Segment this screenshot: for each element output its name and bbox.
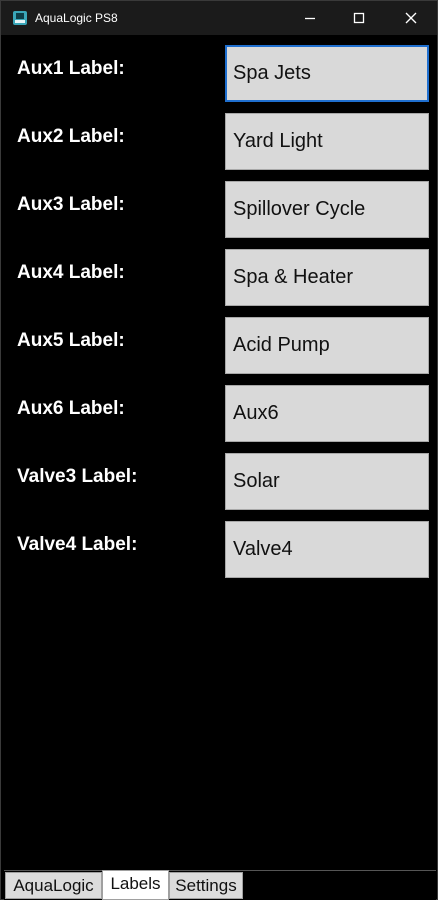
tab-labels[interactable]: Labels — [102, 870, 169, 900]
tab-settings[interactable]: Settings — [169, 872, 243, 899]
aux4-row: Aux4 Label: — [4, 241, 434, 306]
tab-strip: AquaLogic Labels Settings — [4, 870, 436, 900]
aux6-input[interactable] — [225, 385, 429, 442]
valve4-input[interactable] — [225, 521, 429, 578]
aux2-row: Aux2 Label: — [4, 105, 434, 170]
aux1-input[interactable] — [225, 45, 429, 102]
aux3-input[interactable] — [225, 181, 429, 238]
valve4-label: Valve4 Label: — [17, 534, 138, 555]
aux3-label: Aux3 Label: — [17, 194, 125, 215]
app-window: AquaLogic PS8 Aux1 Label: Aux2 Label: — [0, 0, 438, 900]
aux6-label: Aux6 Label: — [17, 398, 125, 419]
aux5-row: Aux5 Label: — [4, 309, 434, 374]
aux5-input[interactable] — [225, 317, 429, 374]
valve3-label: Valve3 Label: — [17, 466, 138, 487]
window-title: AquaLogic PS8 — [35, 11, 118, 25]
labels-panel: Aux1 Label: Aux2 Label: Aux3 Label: Aux4… — [4, 37, 434, 867]
valve3-input[interactable] — [225, 453, 429, 510]
valve4-row: Valve4 Label: — [4, 513, 434, 578]
aux4-label: Aux4 Label: — [17, 262, 125, 283]
maximize-icon — [353, 12, 365, 24]
minimize-button[interactable] — [287, 1, 333, 35]
aux5-label: Aux5 Label: — [17, 330, 125, 351]
valve3-row: Valve3 Label: — [4, 445, 434, 510]
minimize-icon — [305, 17, 315, 20]
maximize-button[interactable] — [336, 1, 382, 35]
tab-aqualogic[interactable]: AquaLogic — [5, 872, 102, 899]
title-bar[interactable]: AquaLogic PS8 — [1, 1, 437, 35]
aux2-input[interactable] — [225, 113, 429, 170]
close-icon — [405, 12, 417, 24]
close-button[interactable] — [388, 1, 434, 35]
aux1-row: Aux1 Label: — [4, 37, 434, 102]
aux2-label: Aux2 Label: — [17, 126, 125, 147]
aux3-row: Aux3 Label: — [4, 173, 434, 238]
aux1-label: Aux1 Label: — [17, 58, 125, 79]
app-icon — [13, 11, 27, 25]
aux6-row: Aux6 Label: — [4, 377, 434, 442]
aux4-input[interactable] — [225, 249, 429, 306]
